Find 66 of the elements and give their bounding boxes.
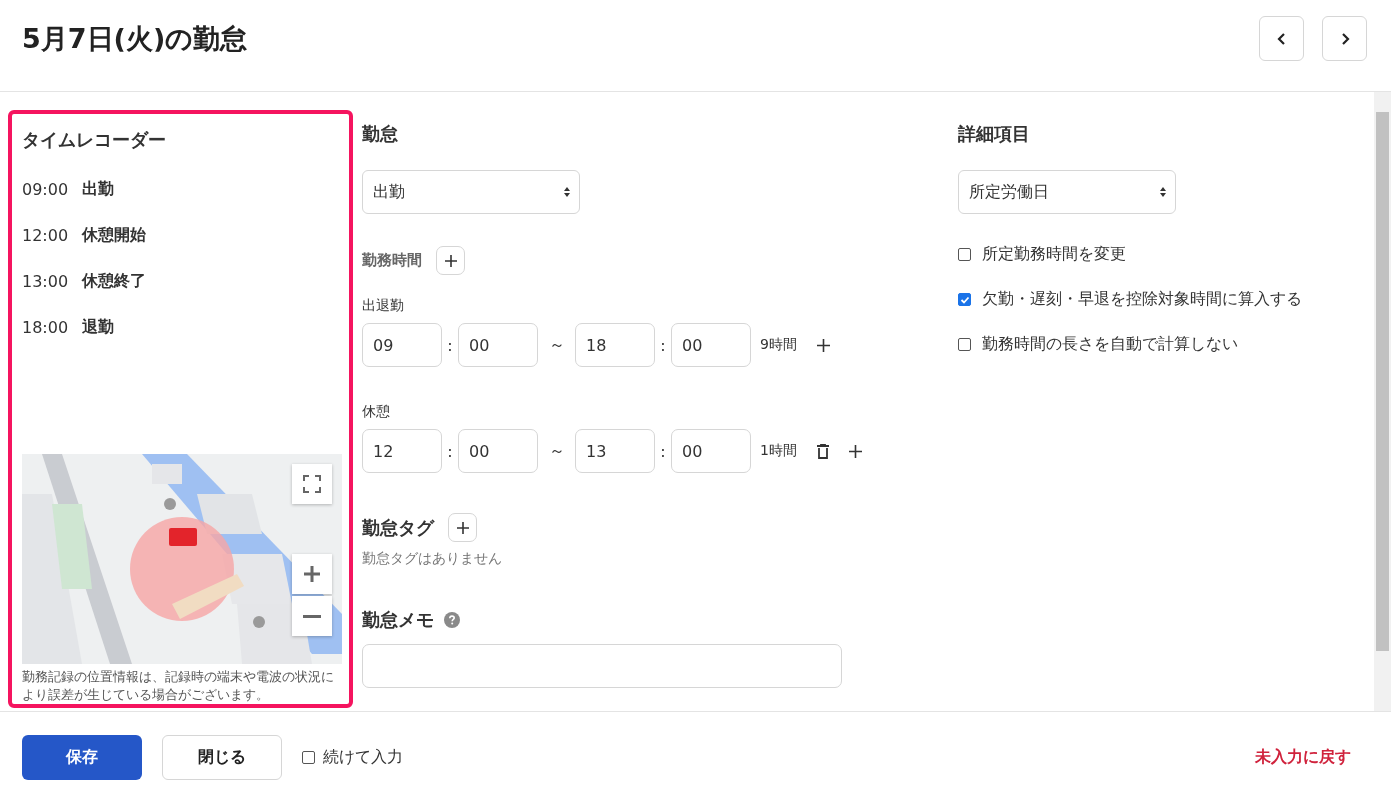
checkbox-label: 勤務時間の長さを自動で計算しない <box>982 334 1238 355</box>
section-heading: 詳細項目 <box>958 122 1031 146</box>
fullscreen-button[interactable] <box>292 464 332 504</box>
work-time-heading: 勤務時間 <box>362 251 422 270</box>
time-label: 出退勤 <box>362 297 405 315</box>
minus-icon <box>303 614 321 618</box>
trash-icon[interactable] <box>816 443 829 459</box>
checkbox[interactable] <box>302 751 315 764</box>
range-tilde: ～ <box>547 334 566 356</box>
hour-field[interactable]: 18 <box>575 323 655 367</box>
panel-title: タイムレコーダー <box>22 128 167 152</box>
location-note: 勤務記録の位置情報は、記録時の端末や電波の状況により誤差が生じている場合がございます。 <box>22 668 335 704</box>
plus-icon[interactable] <box>816 338 830 352</box>
checkbox[interactable] <box>958 293 971 306</box>
entry-label: 休憩終了 <box>82 270 147 292</box>
checkbox-label: 欠勤・遅刻・早退を控除対象時間に算入する <box>982 289 1302 310</box>
fullscreen-icon <box>302 474 322 494</box>
add-button[interactable] <box>448 513 477 542</box>
help-icon[interactable] <box>444 612 460 628</box>
hour-field[interactable]: 12 <box>362 429 442 473</box>
duration: 9時間 <box>760 336 797 354</box>
checkbox[interactable] <box>958 338 971 351</box>
entry-time: 09:00 <box>22 179 69 199</box>
plus-icon <box>455 520 470 535</box>
entry-label: 休憩開始 <box>82 224 147 246</box>
plus-icon <box>443 253 458 268</box>
entry-time: 13:00 <box>22 271 69 291</box>
scrollbar[interactable] <box>1374 92 1391 711</box>
entry-time: 12:00 <box>22 225 69 245</box>
colon: : <box>446 441 454 461</box>
checkbox[interactable] <box>958 248 971 261</box>
attendance-select[interactable]: 出勤 <box>362 170 580 214</box>
empty-tags-text: 勤怠タグはありません <box>362 550 503 568</box>
close-button[interactable]: 閉じる <box>162 735 282 780</box>
entry-label: 出勤 <box>82 178 115 200</box>
plus-icon[interactable] <box>848 444 862 458</box>
day-type-select[interactable]: 所定労働日 <box>958 170 1176 214</box>
time-label: 休憩 <box>362 403 391 421</box>
minute-field[interactable]: 00 <box>671 323 751 367</box>
colon: : <box>659 441 667 461</box>
memo-field[interactable] <box>362 644 842 688</box>
hour-field[interactable]: 09 <box>362 323 442 367</box>
section-heading: 勤怠 <box>362 122 399 146</box>
checkbox-label: 続けて入力 <box>323 747 403 768</box>
updown-arrows-icon <box>563 186 571 198</box>
page-title: 5月7日(火)の勤怠 <box>22 21 248 56</box>
minute-field[interactable]: 00 <box>458 323 538 367</box>
entry-label: 退勤 <box>82 316 115 338</box>
updown-arrows-icon <box>1159 186 1167 198</box>
colon: : <box>659 335 667 355</box>
zoom-in-button[interactable] <box>292 554 332 594</box>
checkbox-label: 所定勤務時間を変更 <box>982 244 1126 265</box>
range-tilde: ～ <box>547 440 566 462</box>
reset-link[interactable]: 未入力に戻す <box>1255 747 1351 768</box>
memo-heading: 勤怠メモ <box>362 608 434 632</box>
tag-heading: 勤怠タグ <box>362 515 434 540</box>
zoom-out-button[interactable] <box>292 596 332 636</box>
colon: : <box>446 335 454 355</box>
save-button[interactable]: 保存 <box>22 735 142 780</box>
plus-icon <box>302 564 322 584</box>
entry-time: 18:00 <box>22 317 69 337</box>
duration: 1時間 <box>760 442 797 460</box>
minute-field[interactable]: 00 <box>458 429 538 473</box>
hour-field[interactable]: 13 <box>575 429 655 473</box>
add-button[interactable] <box>436 246 465 275</box>
minute-field[interactable]: 00 <box>671 429 751 473</box>
